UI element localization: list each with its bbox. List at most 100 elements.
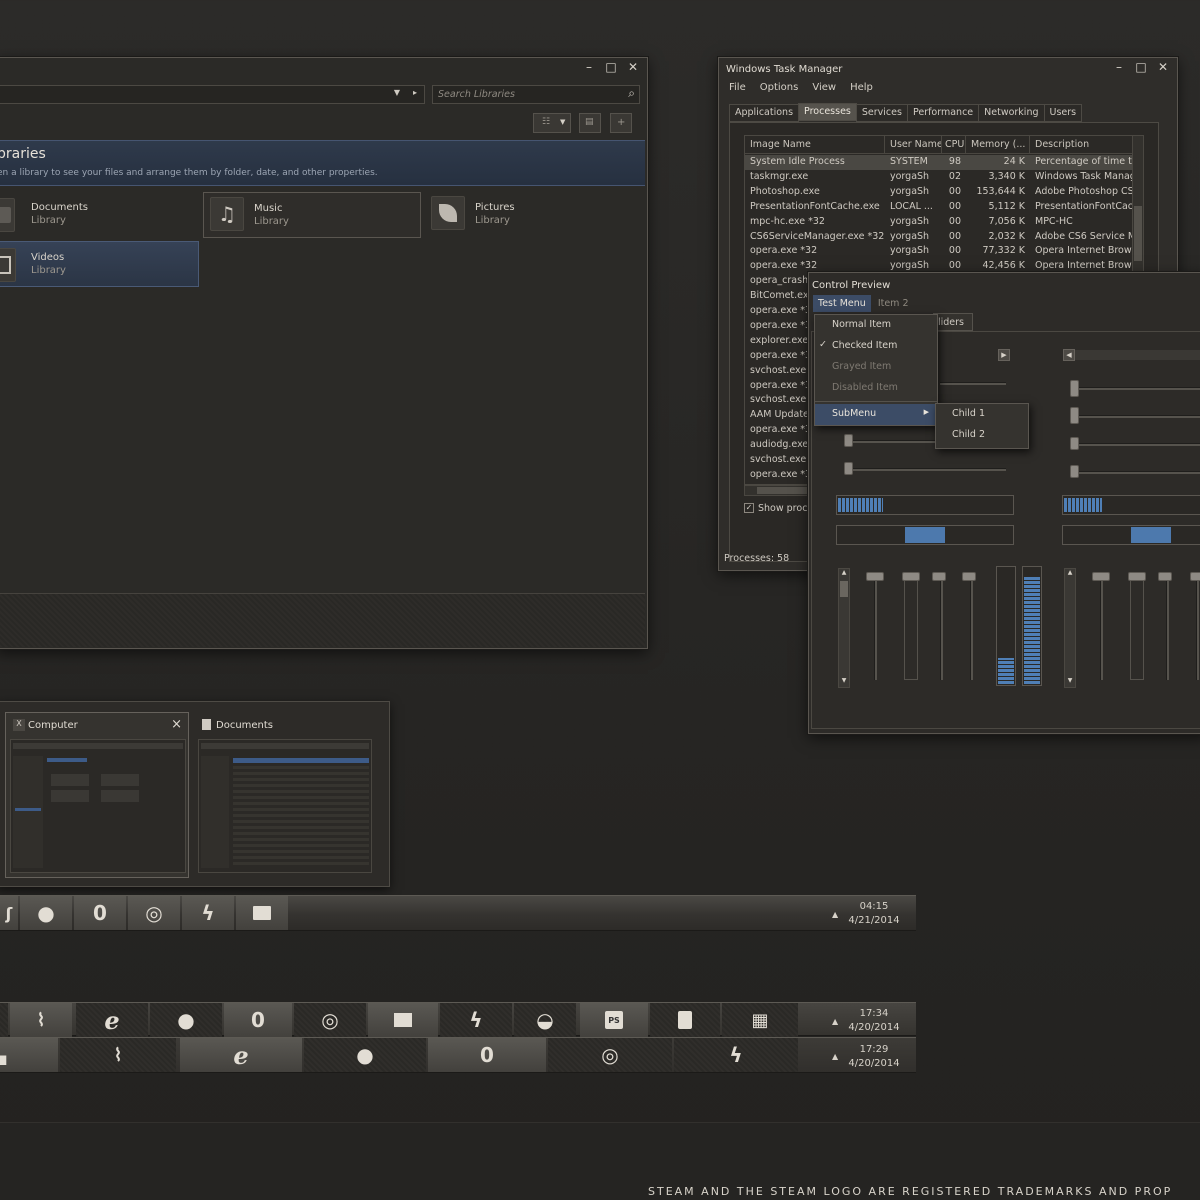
vertical-scrollbar[interactable]: ▲ ▼ [1064,568,1076,688]
thumbnail-documents[interactable]: Documents [197,712,381,878]
clock[interactable]: 17:34 4/20/2014 [846,1007,902,1035]
taskbar-bolt[interactable]: ϟ [674,1038,798,1072]
table-row[interactable]: taskmgr.exe yorgaSh 02 3,340 K Windows Task … [745,170,1143,185]
submenu-child-1[interactable]: Child 1 [936,404,1028,425]
clock[interactable]: 17:29 4/20/2014 [846,1043,902,1071]
slider-thumb[interactable] [1070,465,1079,478]
minimize-button[interactable]: – [581,60,597,74]
show-processes-checkbox[interactable]: ✓ [744,503,754,513]
tab-performance[interactable]: Performance [906,104,980,122]
view-options-button[interactable]: ☷ ▼ [533,113,571,133]
scroll-right-button[interactable]: ▶ [998,349,1010,361]
taskbar-clapper[interactable] [236,896,288,930]
slider-track[interactable] [940,382,1006,385]
tab-users[interactable]: Users [1043,104,1083,122]
taskbar-ie[interactable]: e [180,1038,302,1072]
vertical-slider-thumb[interactable] [1190,572,1200,581]
table-row[interactable]: System Idle Process SYSTEM 98 24 K Percentag… [745,155,1143,170]
slider-track[interactable] [1070,387,1200,390]
vertical-slider-thumb[interactable] [1158,572,1172,581]
tab-item-2[interactable]: Item 2 [873,295,914,312]
submenu-child-2[interactable]: Child 2 [936,425,1028,446]
vertical-slider-track[interactable] [970,576,973,680]
taskbar-ie[interactable]: e [76,1003,148,1037]
taskbar-activity[interactable]: ⌇ [60,1038,176,1072]
taskbar-opera[interactable]: 0 [428,1038,546,1072]
col-description[interactable]: Description [1030,136,1140,153]
vertical-slider-thumb[interactable] [902,572,920,581]
menu-item-normal[interactable]: Normal Item [815,315,937,336]
taskbar-bolt[interactable]: ϟ [440,1003,512,1037]
tab-networking[interactable]: Networking [978,104,1045,122]
tab-processes[interactable]: Processes [798,103,857,121]
taskbar-firefox[interactable]: ● [20,896,72,930]
vertical-scrollbar[interactable]: ▲ ▼ [838,568,850,688]
library-documents[interactable]: Documents Library [0,192,197,238]
table-row[interactable]: opera.exe *32 yorgaSh 00 77,332 K Opera Inte… [745,244,1143,259]
library-pictures[interactable]: Pictures Library [425,192,643,238]
slider-track[interactable] [1070,443,1200,446]
taskbar-chrome[interactable]: ◎ [548,1038,672,1072]
scroll-down-arrow[interactable]: ▼ [1065,677,1075,687]
scroll-down-arrow[interactable]: ▼ [839,677,849,687]
slider-thumb[interactable] [1070,407,1079,424]
taskbar-opera[interactable]: 0 [74,896,126,930]
preview-pane-button[interactable]: ▤ [579,113,601,133]
taskbar-bolt[interactable]: ϟ [182,896,234,930]
vertical-slider-thumb[interactable] [1092,572,1110,581]
taskbar-firefox[interactable]: ● [150,1003,222,1037]
taskbar-app-partial[interactable] [0,1003,8,1037]
taskbar-chrome[interactable]: ◎ [294,1003,366,1037]
hscroll-track-right[interactable] [1075,350,1200,360]
table-row[interactable]: Photoshop.exe yorgaSh 00 153,644 K Adobe Pho… [745,185,1143,200]
col-user-name[interactable]: User Name [885,136,942,153]
vertical-slider-track[interactable] [940,576,943,680]
slider-thumb[interactable] [844,434,853,447]
menu-options[interactable]: Options [760,82,799,93]
taskbar-app-partial[interactable]: ʃ [0,896,18,930]
slider-track[interactable] [1070,415,1200,418]
help-button[interactable]: + [610,113,632,133]
scroll-up-arrow[interactable]: ▲ [839,569,849,579]
tray-expand-icon[interactable]: ▲ [832,910,838,919]
col-cpu[interactable]: CPU [942,136,966,153]
slider-thumb[interactable] [844,462,853,475]
thumbnail-close-button[interactable]: × [171,717,182,732]
vertical-slider-track[interactable] [1196,576,1199,680]
address-go-icon[interactable]: ▸ [413,88,417,97]
slider-track[interactable] [844,468,1006,471]
horizontal-scrollbar[interactable] [744,485,814,496]
vertical-slider-thumb[interactable] [962,572,976,581]
col-image-name[interactable]: Image Name [745,136,885,153]
taskbar-photoshop[interactable]: PS [580,1003,648,1037]
vertical-slider-thumb[interactable] [866,572,884,581]
taskbar-app-partial[interactable]: ▖ [0,1038,58,1072]
slider-thumb[interactable] [1070,437,1079,450]
table-row[interactable]: PresentationFontCache.exe LOCAL ... 00 5,11… [745,200,1143,215]
taskbar-opera[interactable]: 0 [224,1003,292,1037]
library-music[interactable]: ♫ Music Library [203,192,421,238]
minimize-button[interactable]: – [1111,60,1127,74]
address-dropdown-icon[interactable]: ▼ [394,88,400,97]
tab-sliders[interactable]: liders [933,313,973,331]
vertical-slider-wide[interactable] [1130,576,1144,680]
taskbar-chrome[interactable]: ◎ [128,896,180,930]
slider-thumb[interactable] [1070,380,1079,397]
menu-item-checked[interactable]: ✓ Checked Item [815,336,937,357]
search-input[interactable]: Search Libraries ⌕ [432,85,640,104]
maximize-button[interactable]: □ [1133,60,1149,74]
clock[interactable]: 04:15 4/21/2014 [846,900,902,928]
vertical-slider-thumb[interactable] [932,572,946,581]
close-button[interactable]: ✕ [625,60,641,74]
vertical-slider-track[interactable] [874,576,877,680]
table-row[interactable]: mpc-hc.exe *32 yorgaSh 00 7,056 K MPC-HC [745,215,1143,230]
scroll-up-arrow[interactable]: ▲ [1065,569,1075,579]
menu-view[interactable]: View [812,82,836,93]
vertical-slider-track[interactable] [1100,576,1103,680]
tab-services[interactable]: Services [855,104,908,122]
library-videos[interactable]: Videos Library [0,241,199,287]
maximize-button[interactable]: □ [603,60,619,74]
taskbar-activity[interactable]: ⌇ [10,1003,72,1037]
search-icon[interactable]: ⌕ [628,86,635,101]
tray-expand-icon[interactable]: ▲ [832,1017,838,1026]
